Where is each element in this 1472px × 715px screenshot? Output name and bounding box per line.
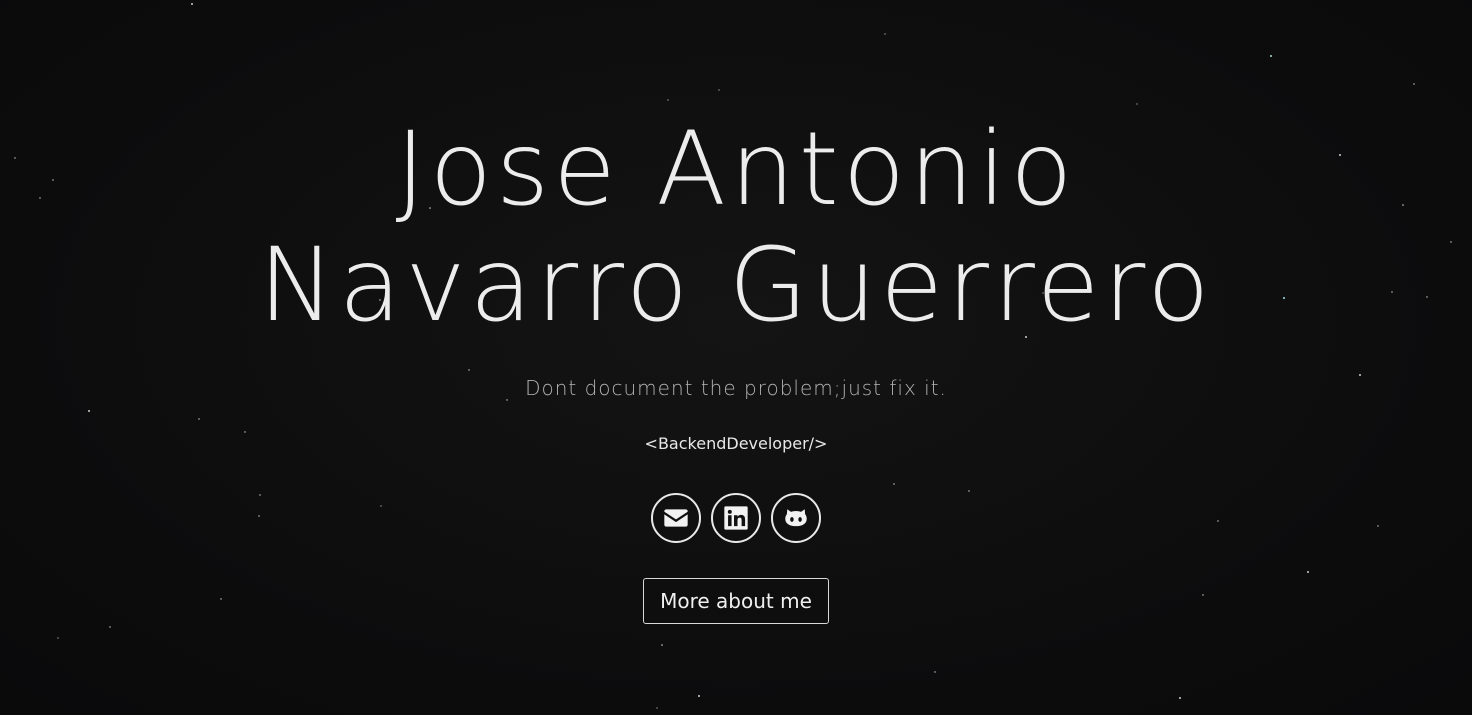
linkedin-link-button[interactable] bbox=[711, 493, 761, 543]
email-link-button[interactable] bbox=[651, 493, 701, 543]
github-icon bbox=[785, 509, 807, 527]
motto-text: Dont document the problem;just fix it. bbox=[525, 376, 947, 400]
linkedin-icon bbox=[724, 506, 748, 530]
envelope-icon bbox=[664, 509, 688, 527]
page-title: Jose Antonio Navarro Guerrero bbox=[258, 110, 1214, 345]
social-links bbox=[651, 493, 821, 543]
role-text: <BackendDeveloper/> bbox=[644, 434, 828, 453]
github-link-button[interactable] bbox=[771, 493, 821, 543]
hero-section: Jose Antonio Navarro Guerrero Dont docum… bbox=[0, 0, 1472, 715]
more-about-me-button[interactable]: More about me bbox=[643, 578, 829, 624]
